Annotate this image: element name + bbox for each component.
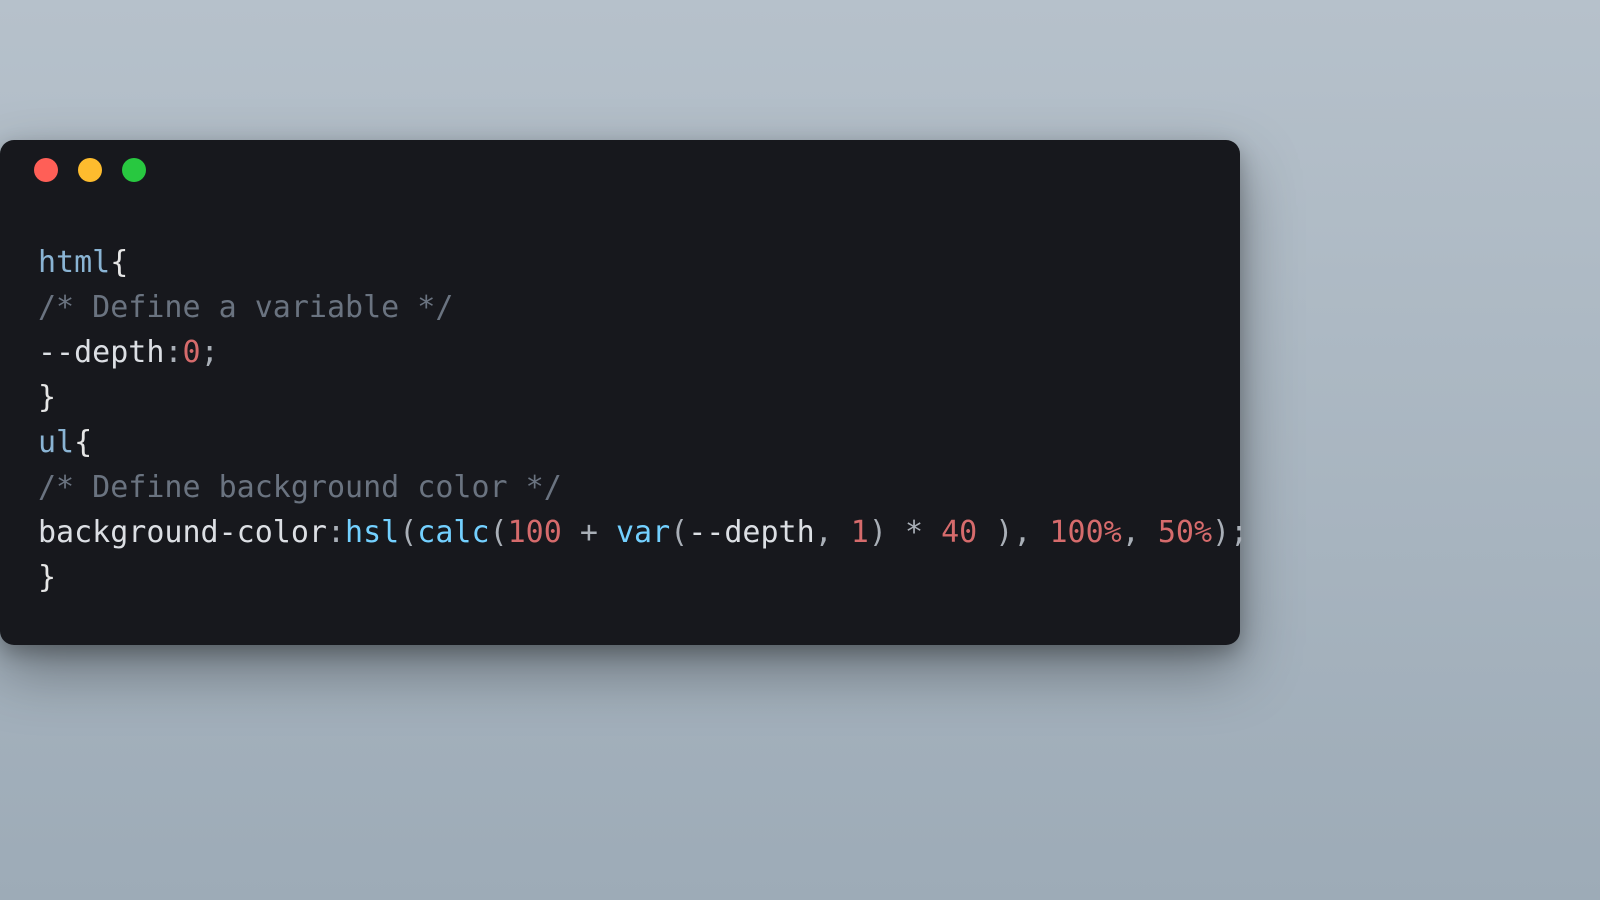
code-editor-window: html{ /* Define a variable */ --depth:0;… — [0, 140, 1240, 645]
code-token: } — [38, 380, 56, 415]
code-line: ul{ — [38, 425, 92, 460]
code-token: 0 — [183, 335, 201, 370]
code-token: --depth — [688, 515, 814, 550]
code-token: + — [562, 515, 616, 550]
code-token: : — [164, 335, 182, 370]
code-line: /* Define a variable */ — [38, 290, 453, 325]
code-line: } — [38, 380, 56, 415]
code-token: ); — [1212, 515, 1248, 550]
code-token: 100 — [1049, 515, 1103, 550]
code-token: ( — [490, 515, 508, 550]
code-token: ; — [201, 335, 219, 370]
minimize-icon[interactable] — [78, 158, 102, 182]
code-line: } — [38, 560, 56, 595]
close-icon[interactable] — [34, 158, 58, 182]
code-token: --depth — [38, 335, 164, 370]
code-line: --depth:0; — [38, 335, 219, 370]
code-token: { — [74, 425, 92, 460]
code-token: calc — [417, 515, 489, 550]
code-token: % — [1194, 515, 1212, 550]
code-line: /* Define background color */ — [38, 470, 562, 505]
code-token: /* Define background color */ — [38, 470, 562, 505]
code-token: background-color — [38, 515, 327, 550]
code-token: 40 — [941, 515, 977, 550]
code-token: , — [1122, 515, 1158, 550]
code-token: ) — [869, 515, 905, 550]
code-token: : — [327, 515, 345, 550]
code-token: { — [110, 245, 128, 280]
code-token: ), — [977, 515, 1049, 550]
code-token: ul — [38, 425, 74, 460]
code-token: html — [38, 245, 110, 280]
code-token: hsl — [345, 515, 399, 550]
code-token: 50 — [1158, 515, 1194, 550]
code-token: * — [905, 515, 941, 550]
zoom-icon[interactable] — [122, 158, 146, 182]
code-token: 1 — [851, 515, 869, 550]
window-titlebar — [0, 140, 1240, 200]
code-token: , — [815, 515, 851, 550]
code-block[interactable]: html{ /* Define a variable */ --depth:0;… — [38, 240, 1202, 600]
code-token: var — [616, 515, 670, 550]
code-token: } — [38, 560, 56, 595]
code-token: % — [1104, 515, 1122, 550]
code-token: /* Define a variable */ — [38, 290, 453, 325]
code-area[interactable]: html{ /* Define a variable */ --depth:0;… — [0, 200, 1240, 600]
code-line: background-color:hsl(calc(100 + var(--de… — [38, 515, 1248, 550]
code-token: 100 — [508, 515, 562, 550]
code-token: ( — [670, 515, 688, 550]
code-token: ( — [399, 515, 417, 550]
code-line: html{ — [38, 245, 128, 280]
